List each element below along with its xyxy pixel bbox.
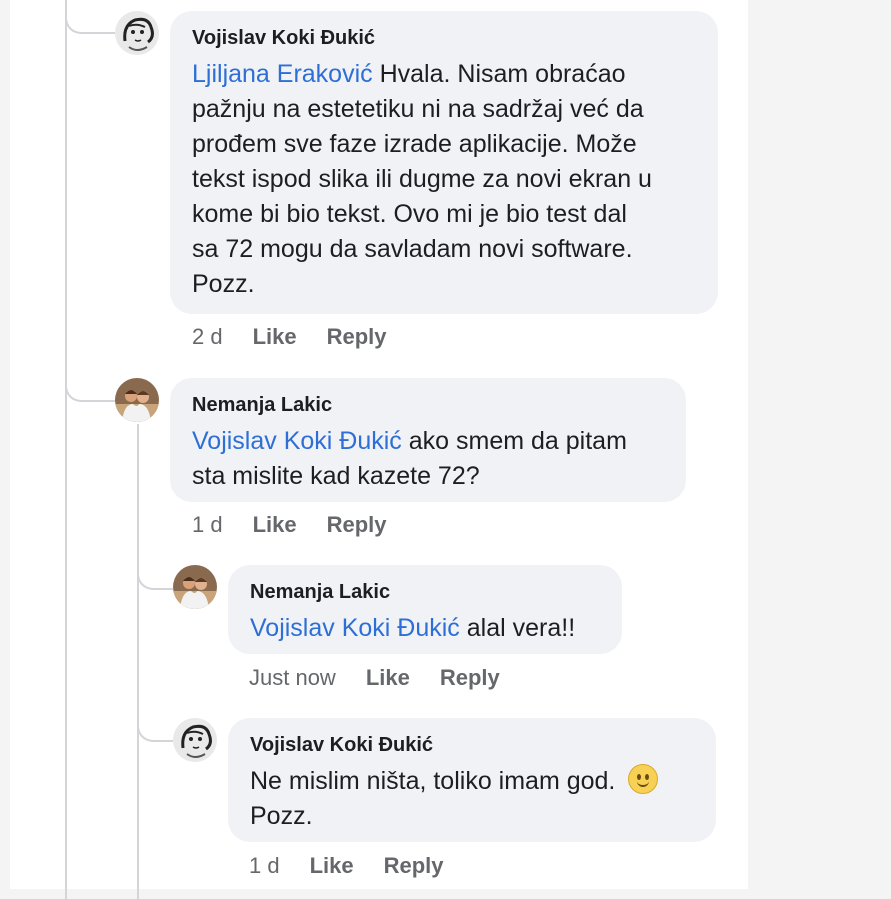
reply-button[interactable]: Reply: [327, 512, 387, 538]
comment-actions: 2 d Like Reply: [192, 324, 387, 350]
comment-text: Ne mislim ništa, toliko imam god. Pozz.: [250, 764, 694, 834]
avatar[interactable]: [115, 378, 159, 422]
comment-actions: 1 d Like Reply: [249, 853, 444, 879]
mention-link[interactable]: Ljiljana Eraković: [192, 60, 373, 88]
like-button[interactable]: Like: [366, 665, 410, 691]
avatar[interactable]: [173, 565, 217, 609]
reply-button[interactable]: Reply: [384, 853, 444, 879]
thread-connector-1: [65, 0, 115, 34]
like-button[interactable]: Like: [310, 853, 354, 879]
couple-photo-icon: [173, 565, 217, 609]
comment-timestamp[interactable]: Just now: [249, 665, 336, 691]
thread-connector-4: [137, 700, 173, 742]
smiley-emoji-icon: [628, 764, 659, 794]
mention-link[interactable]: Vojislav Koki Đukić: [250, 614, 460, 642]
comment-text: Vojislav Koki Đukić alal vera!!: [250, 614, 576, 642]
comment-actions: Just now Like Reply: [249, 665, 500, 691]
thread-connector-3: [137, 540, 173, 590]
reply-button[interactable]: Reply: [327, 324, 387, 350]
avatar[interactable]: [115, 11, 159, 55]
comment-bubble: Nemanja Lakic Vojislav Koki Đukić ako sm…: [170, 378, 686, 502]
thread-connector-2: [65, 340, 115, 402]
comment-text: Vojislav Koki Đukić ako smem da pitam sta…: [192, 427, 627, 490]
avatar[interactable]: [173, 718, 217, 762]
frame-left-margin: [0, 0, 10, 899]
thread-line-main: [65, 0, 67, 899]
comment-bubble: Nemanja Lakic Vojislav Koki Đukić alal v…: [228, 565, 622, 654]
comment-author[interactable]: Vojislav Koki Đukić: [250, 732, 694, 758]
comment-timestamp[interactable]: 1 d: [192, 512, 223, 538]
frame-bottom-margin: [0, 889, 891, 899]
reply-button[interactable]: Reply: [440, 665, 500, 691]
mention-link[interactable]: Vojislav Koki Đukić: [192, 427, 402, 455]
sketch-portrait-icon: [173, 718, 217, 762]
like-button[interactable]: Like: [253, 324, 297, 350]
sketch-portrait-icon: [115, 11, 159, 55]
comment-bubble: Vojislav Koki Đukić Ljiljana Eraković Hv…: [170, 11, 718, 314]
comment-timestamp[interactable]: 1 d: [249, 853, 280, 879]
comment-actions: 1 d Like Reply: [192, 512, 387, 538]
frame-right-margin: [748, 0, 891, 899]
comment-author[interactable]: Nemanja Lakic: [250, 579, 600, 605]
couple-photo-icon: [115, 378, 159, 422]
comment-bubble: Vojislav Koki Đukić Ne mislim ništa, tol…: [228, 718, 716, 842]
comment-text: Ljiljana Eraković Hvala. Nisam obraćao pa…: [192, 60, 652, 298]
comment-timestamp[interactable]: 2 d: [192, 324, 223, 350]
comment-author[interactable]: Nemanja Lakic: [192, 392, 664, 418]
like-button[interactable]: Like: [253, 512, 297, 538]
thread-line-sub: [137, 424, 139, 899]
comment-author[interactable]: Vojislav Koki Đukić: [192, 25, 696, 51]
